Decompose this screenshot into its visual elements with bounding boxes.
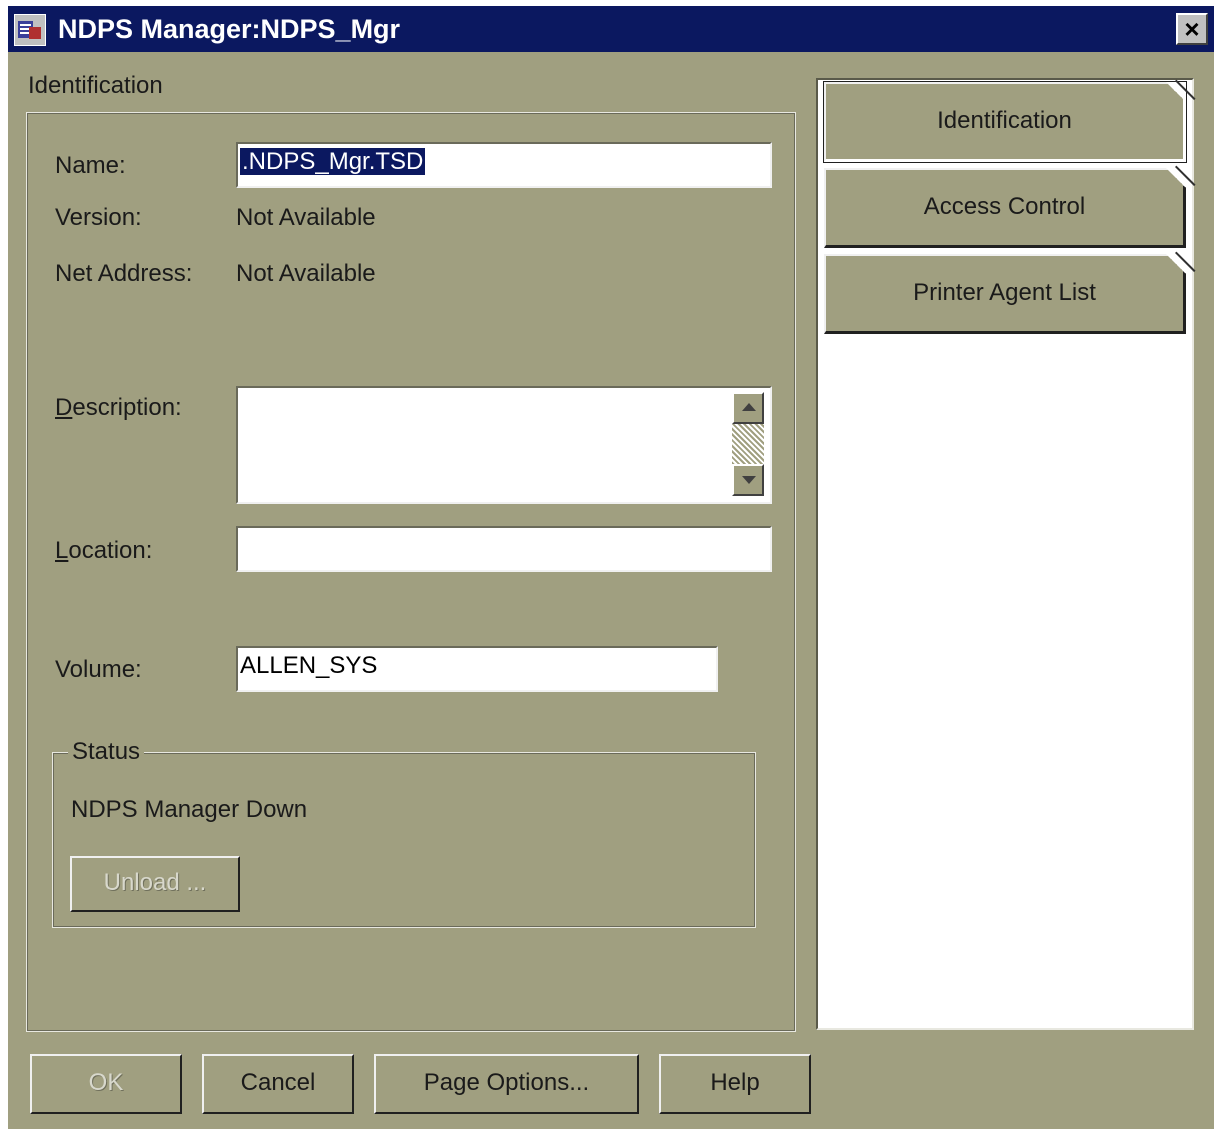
arrow-up-icon	[742, 403, 756, 411]
cancel-button[interactable]: Cancel	[202, 1054, 354, 1114]
name-field[interactable]: .NDPS_Mgr.TSD	[236, 142, 772, 188]
page-button-access-control[interactable]: Access Control	[824, 168, 1186, 248]
scroll-up-button[interactable]	[732, 392, 764, 424]
net-address-value: Not Available	[236, 260, 376, 287]
page-button-label: Access Control	[923, 193, 1086, 220]
page-button-label: Printer Agent List	[913, 279, 1096, 306]
description-label: Description:	[55, 394, 182, 421]
scroll-down-button[interactable]	[732, 464, 764, 496]
location-field[interactable]	[236, 526, 772, 572]
page-button-label: Identification	[937, 107, 1072, 134]
page-button-identification[interactable]: Identification	[823, 81, 1187, 163]
version-value: Not Available	[236, 204, 376, 231]
nwadmin-app-icon[interactable]	[14, 14, 46, 46]
status-legend: Status	[68, 738, 145, 766]
volume-field[interactable]: ALLEN_SYS	[236, 646, 718, 692]
version-label: Version:	[55, 204, 142, 231]
page-fold-corner-icon	[1166, 82, 1186, 102]
ok-button[interactable]: OK	[30, 1054, 182, 1114]
arrow-down-icon	[742, 476, 756, 484]
location-label: Location:	[55, 537, 153, 564]
page-fold-corner-icon	[1166, 254, 1186, 274]
title-bar[interactable]: NDPS Manager:NDPS_Mgr ×	[8, 6, 1214, 52]
page-button-printer-agent-list[interactable]: Printer Agent List	[824, 254, 1186, 334]
help-button[interactable]: Help	[659, 1054, 811, 1114]
ndps-manager-dialog: NDPS Manager:NDPS_Mgr × Identification N…	[8, 6, 1214, 1129]
close-button[interactable]: ×	[1176, 13, 1208, 45]
page-fold-corner-icon	[1166, 168, 1186, 188]
volume-label: Volume:	[55, 656, 142, 683]
name-value-selected: .NDPS_Mgr.TSD	[240, 148, 426, 175]
unload-button[interactable]: Unload ...	[70, 856, 240, 912]
name-label: Name:	[55, 152, 126, 179]
window-title: NDPS Manager:NDPS_Mgr	[58, 14, 401, 44]
page-title: Identification	[28, 72, 163, 99]
status-text: NDPS Manager Down	[71, 796, 308, 823]
page-options-button[interactable]: Page Options...	[374, 1054, 639, 1114]
volume-value: ALLEN_SYS	[240, 652, 378, 679]
scrollbar-track[interactable]	[732, 424, 764, 464]
description-textarea[interactable]	[236, 386, 772, 504]
net-address-label: Net Address:	[55, 260, 193, 287]
